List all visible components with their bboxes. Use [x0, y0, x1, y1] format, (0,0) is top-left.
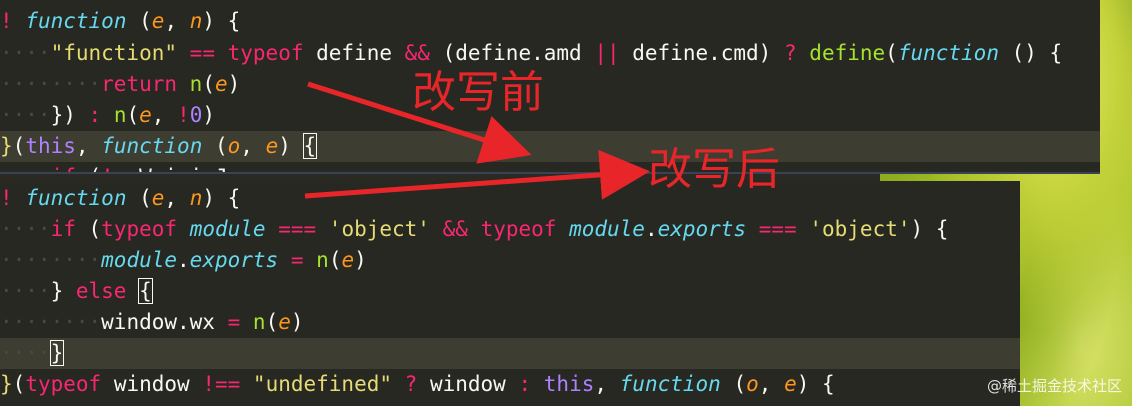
watermark: @稀土掘金技术社区: [986, 377, 1122, 395]
label-after: 改写后: [648, 144, 780, 195]
arrow-after: [304, 149, 650, 200]
annotation-arrows: [304, 81, 650, 200]
label-before: 改写前: [412, 67, 544, 118]
